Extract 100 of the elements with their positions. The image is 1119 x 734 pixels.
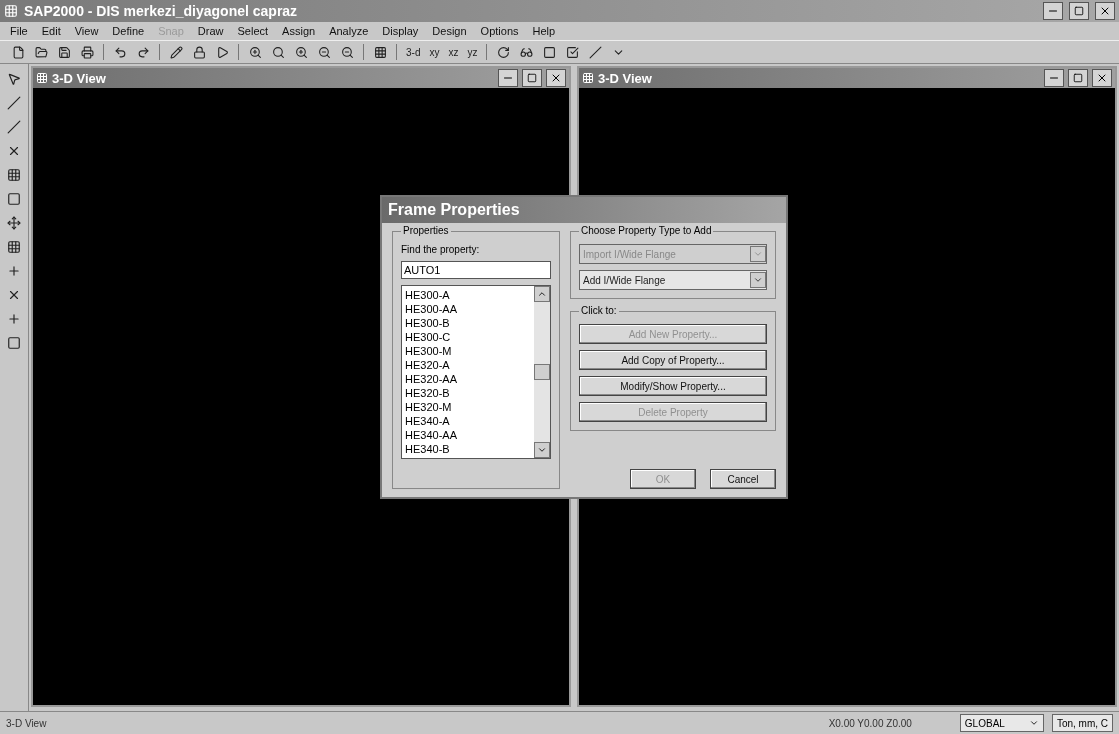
list-item[interactable]: HE300-M [405, 344, 531, 358]
move-icon [7, 216, 21, 230]
dialog-title: Frame Properties [388, 201, 520, 219]
grid-icon [373, 45, 387, 59]
coordinate-system-dropdown[interactable]: GLOBAL [959, 714, 1044, 732]
menu-item[interactable]: Edit [35, 25, 67, 37]
scroll-bar[interactable] [534, 286, 550, 458]
close-button[interactable] [546, 69, 566, 87]
line-icon [588, 45, 602, 59]
close-icon [550, 72, 562, 84]
list-item[interactable]: HE340-A [405, 414, 531, 428]
scroll-thumb[interactable] [534, 364, 550, 380]
caret-icon [753, 249, 763, 259]
close-button[interactable] [1092, 69, 1112, 87]
line-icon [7, 96, 21, 110]
menu-item[interactable]: Draw [191, 25, 230, 37]
minimize-button[interactable] [498, 69, 518, 87]
caret-icon [753, 275, 763, 285]
plus-icon [7, 312, 21, 326]
menu-item[interactable]: Assign [276, 25, 322, 37]
maximize-button[interactable] [1069, 2, 1089, 20]
list-item[interactable]: HE320-A [405, 358, 531, 372]
close-icon [1096, 72, 1108, 84]
view-title: 3-D View [598, 70, 653, 86]
list-item[interactable]: HE320-B [405, 386, 531, 400]
find-property-field[interactable]: AUTO1 [401, 261, 551, 279]
pencil-icon [169, 45, 183, 59]
list-item[interactable]: HE300-B [405, 316, 531, 330]
units-dropdown[interactable]: Ton, mm, C [1051, 714, 1113, 732]
dialog-button[interactable]: Cancel [710, 469, 776, 489]
view-icon [36, 72, 48, 84]
glasses-icon [519, 45, 533, 59]
maximize-icon [527, 73, 537, 83]
property-action-button[interactable]: Add Copy of Property... [579, 350, 767, 370]
list-item[interactable]: HE320-AA [405, 372, 531, 386]
view-button[interactable]: xz [445, 43, 462, 61]
cross-icon [7, 144, 21, 158]
field-label: Find the property: [401, 244, 481, 255]
undo-icon [113, 45, 127, 59]
caret-icon [1028, 718, 1039, 728]
menu-item[interactable]: View [68, 25, 105, 37]
minimize-button[interactable] [1044, 69, 1064, 87]
grid-icon [7, 168, 21, 182]
minimize-button[interactable] [1043, 2, 1063, 20]
list-item[interactable]: HE300-A [405, 288, 531, 302]
menu-item[interactable]: Define [106, 25, 151, 37]
maximize-icon [1074, 6, 1084, 16]
redo-icon [136, 45, 150, 59]
plus-icon [7, 264, 21, 278]
status-text: 3-D View [6, 717, 48, 729]
group-label: Properties [401, 225, 451, 236]
printer-icon [80, 45, 94, 59]
zoom-out-icon [317, 45, 331, 59]
checkbox-icon [565, 45, 579, 59]
menu-item[interactable]: Analyze [323, 25, 375, 37]
zoom-out-icon [340, 45, 354, 59]
rotate-icon [496, 45, 510, 59]
app-icon [4, 4, 18, 18]
group-label: Click to: [579, 305, 619, 316]
type-dropdown[interactable]: Add I/Wide Flange [579, 270, 767, 290]
window-title: SAP2000 - DIS merkezi_diyagonel capraz [24, 3, 299, 19]
list-item[interactable]: HE340-B [405, 442, 531, 456]
lock-icon [192, 45, 206, 59]
view-icon [582, 72, 594, 84]
square-icon [7, 192, 21, 206]
close-button[interactable] [1095, 2, 1115, 20]
folder-icon [34, 45, 48, 59]
search-icon [271, 45, 285, 59]
property-action-button[interactable]: Modify/Show Property... [579, 376, 767, 396]
square-icon [542, 45, 556, 59]
document-icon [11, 45, 25, 59]
cross-icon [7, 288, 21, 302]
view-button[interactable]: 3-d [403, 43, 424, 61]
view-title: 3-D View [52, 70, 107, 86]
grid-icon [7, 240, 21, 254]
maximize-button[interactable] [1068, 69, 1088, 87]
play-icon [215, 45, 229, 59]
menu-item[interactable]: Options [474, 25, 525, 37]
menu-item[interactable]: Help [526, 25, 562, 37]
menu-item[interactable]: File [4, 25, 34, 37]
menu-item[interactable]: Select [231, 25, 275, 37]
menu-item[interactable]: Display [376, 25, 425, 37]
maximize-button[interactable] [522, 69, 542, 87]
view-button[interactable]: yz [464, 43, 481, 61]
coordinates-text: X0.00 Y0.00 Z0.00 [828, 717, 912, 729]
group-label: Choose Property Type to Add [579, 225, 714, 236]
zoom-in-icon [294, 45, 308, 59]
pointer-icon [7, 72, 21, 86]
list-item[interactable]: HE320-M [405, 400, 531, 414]
square-icon [7, 336, 21, 350]
zoom-in-icon [248, 45, 262, 59]
menu-item[interactable]: Design [426, 25, 473, 37]
list-item[interactable]: HE340-AA [405, 428, 531, 442]
close-icon [1099, 5, 1111, 17]
view-button[interactable]: xy [426, 43, 443, 61]
save-icon [57, 45, 71, 59]
list-item[interactable]: HE300-AA [405, 302, 531, 316]
maximize-icon [1073, 73, 1083, 83]
list-item[interactable]: HE300-C [405, 330, 531, 344]
line-icon [7, 120, 21, 134]
